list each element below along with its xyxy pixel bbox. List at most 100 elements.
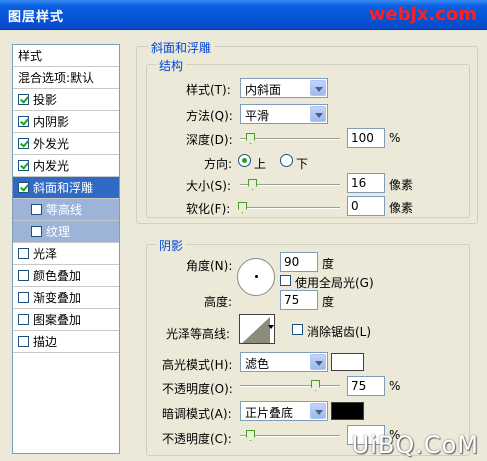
highlight-color-swatch[interactable] — [331, 353, 364, 371]
depth-label: 深度(D): — [186, 133, 233, 147]
style-item[interactable]: 描边 — [13, 331, 119, 353]
size-unit: 像素 — [389, 178, 414, 192]
highlight-mode-value: 滤色 — [245, 357, 270, 371]
style-label: 样式(T): — [186, 83, 231, 97]
footer-watermark: UiBQ.CoM — [351, 431, 479, 459]
style-checkbox[interactable] — [18, 336, 29, 347]
styles-header[interactable]: 样式 — [13, 45, 119, 67]
shadow-mode-label: 暗调模式(A): — [162, 407, 232, 421]
style-item[interactable]: 外发光 — [13, 133, 119, 155]
style-checkbox[interactable] — [18, 116, 29, 127]
style-checkbox[interactable] — [18, 314, 29, 325]
gloss-contour-picker[interactable] — [239, 314, 275, 344]
style-item-label: 颜色叠加 — [33, 269, 82, 283]
style-checkbox[interactable] — [18, 94, 29, 105]
style-checkbox[interactable] — [18, 182, 29, 193]
style-item-label: 内发光 — [33, 159, 70, 173]
shadow-opacity-label: 不透明度(C): — [162, 432, 232, 446]
angle-unit: 度 — [322, 257, 335, 271]
altitude-input[interactable]: 75 — [280, 290, 318, 310]
soften-input[interactable]: 0 — [347, 196, 385, 216]
style-item[interactable]: 内发光 — [13, 155, 119, 177]
style-checkbox[interactable] — [18, 248, 29, 259]
style-checkbox[interactable] — [18, 138, 29, 149]
antialias-checkbox[interactable] — [292, 324, 303, 335]
style-item[interactable]: 图案叠加 — [13, 309, 119, 331]
shadow-color-swatch[interactable] — [331, 402, 364, 420]
soften-unit: 像素 — [389, 201, 414, 215]
chevron-down-icon — [310, 106, 326, 122]
style-item[interactable]: 光泽 — [13, 243, 119, 265]
technique-select-value: 平滑 — [245, 109, 270, 123]
watermark: webjx.com — [368, 4, 477, 25]
antialias-label: 消除锯齿(L) — [307, 325, 372, 339]
angle-input[interactable]: 90 — [280, 252, 318, 272]
technique-label: 方法(Q): — [186, 109, 233, 123]
title-bar[interactable]: 图层样式 webjx.com — [0, 0, 487, 30]
style-item-label: 斜面和浮雕 — [33, 181, 94, 195]
highlight-opacity-input[interactable]: 75 — [347, 376, 385, 396]
style-item-label: 投影 — [33, 93, 58, 107]
direction-up-label: 上 — [254, 157, 267, 171]
technique-select[interactable]: 平滑 — [240, 104, 328, 124]
bevel-emboss-title: 斜面和浮雕 — [148, 39, 215, 56]
style-item[interactable]: 等高线 — [13, 199, 119, 221]
global-light-checkbox[interactable] — [280, 275, 291, 286]
soften-slider-track[interactable] — [240, 207, 340, 209]
gloss-contour-label: 光泽等高线: — [166, 327, 231, 341]
style-checkbox[interactable] — [31, 204, 42, 215]
depth-unit: % — [389, 131, 401, 145]
angle-dial[interactable] — [237, 258, 275, 296]
highlight-mode-label: 高光模式(H): — [162, 358, 233, 372]
window-title: 图层样式 — [8, 10, 65, 25]
style-item-label: 纹理 — [46, 225, 71, 239]
chevron-down-icon — [310, 403, 326, 419]
blending-options-label: 混合选项:默认 — [18, 71, 95, 85]
style-item[interactable]: 斜面和浮雕 — [13, 177, 119, 199]
direction-down-label: 下 — [296, 157, 309, 171]
shadow-opacity-track[interactable] — [240, 435, 340, 437]
chevron-down-icon — [310, 80, 326, 96]
size-input[interactable]: 16 — [347, 173, 385, 193]
style-item-label: 渐变叠加 — [33, 291, 82, 305]
style-checkbox[interactable] — [18, 292, 29, 303]
style-item-label: 内阴影 — [33, 115, 70, 129]
size-label: 大小(S): — [186, 179, 232, 193]
shadow-mode-value: 正片叠底 — [245, 406, 294, 420]
style-item-label: 图案叠加 — [33, 313, 82, 327]
style-item[interactable]: 颜色叠加 — [13, 265, 119, 287]
direction-down-radio[interactable] — [280, 154, 293, 167]
style-select[interactable]: 内斜面 — [240, 78, 328, 98]
direction-up-radio[interactable] — [238, 154, 251, 167]
style-item-label: 描边 — [33, 335, 58, 349]
shadow-mode-select[interactable]: 正片叠底 — [240, 401, 328, 421]
highlight-opacity-unit: % — [389, 379, 401, 393]
style-item-label: 外发光 — [33, 137, 70, 151]
blending-options[interactable]: 混合选项:默认 — [13, 67, 119, 89]
contour-curve-icon — [242, 317, 274, 343]
style-select-value: 内斜面 — [245, 83, 282, 97]
shading-title: 阴影 — [156, 237, 187, 254]
style-item-label: 光泽 — [33, 247, 58, 261]
depth-slider-track[interactable] — [240, 138, 340, 140]
style-item[interactable]: 渐变叠加 — [13, 287, 119, 309]
style-item[interactable]: 内阴影 — [13, 111, 119, 133]
highlight-opacity-track[interactable] — [240, 385, 340, 387]
altitude-label: 高度: — [204, 295, 233, 309]
angle-label: 角度(N): — [186, 259, 233, 273]
styles-header-label: 样式 — [18, 49, 43, 63]
style-item[interactable]: 纹理 — [13, 221, 119, 243]
style-item[interactable]: 投影 — [13, 89, 119, 111]
depth-input[interactable]: 100 — [347, 128, 385, 148]
altitude-unit: 度 — [322, 295, 335, 309]
global-light-label: 使用全局光(G) — [295, 276, 374, 290]
structure-title: 结构 — [156, 57, 187, 74]
styles-list: 样式 混合选项:默认 投影内阴影外发光内发光斜面和浮雕等高线纹理光泽颜色叠加渐变… — [12, 44, 120, 454]
style-checkbox[interactable] — [31, 226, 42, 237]
highlight-mode-select[interactable]: 滤色 — [240, 352, 328, 372]
style-checkbox[interactable] — [18, 270, 29, 281]
highlight-opacity-label: 不透明度(O): — [162, 382, 233, 396]
chevron-down-icon — [310, 354, 326, 370]
style-checkbox[interactable] — [18, 160, 29, 171]
direction-label: 方向: — [204, 157, 233, 171]
